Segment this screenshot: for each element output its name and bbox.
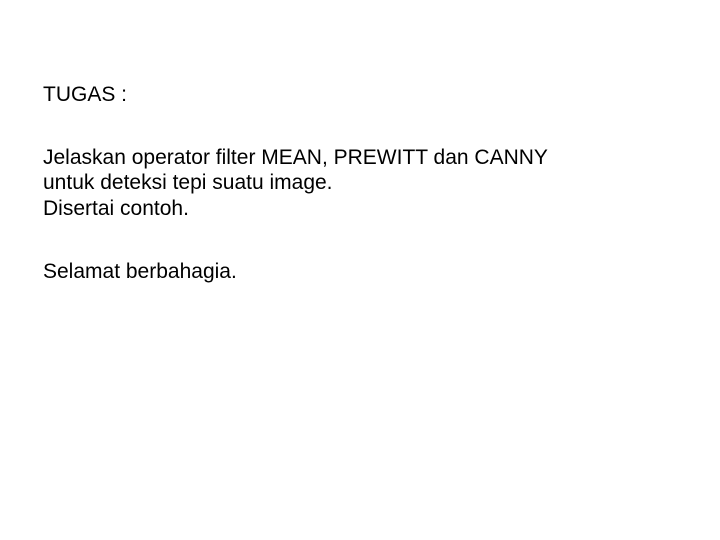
slide-content: TUGAS : Jelaskan operator filter MEAN, P…	[0, 0, 720, 324]
body-paragraph: Jelaskan operator filter MEAN, PREWITT d…	[43, 145, 680, 221]
body-line-3: Disertai contoh.	[43, 196, 680, 221]
body-line-2: untuk deteksi tepi suatu image.	[43, 170, 680, 195]
heading: TUGAS :	[43, 82, 680, 107]
body-line-1: Jelaskan operator filter MEAN, PREWITT d…	[43, 145, 680, 170]
closing-line: Selamat berbahagia.	[43, 259, 680, 284]
